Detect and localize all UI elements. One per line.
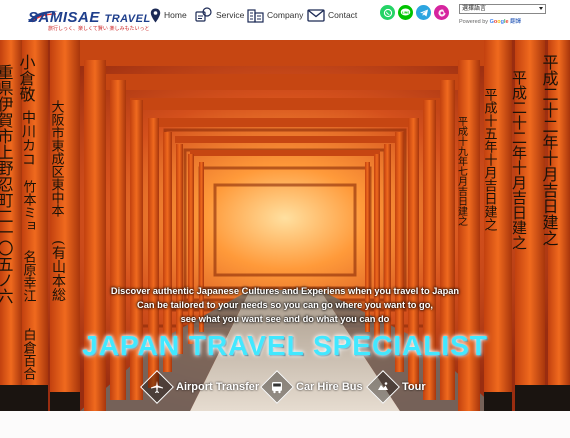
hero-line-1: Discover authentic Japanese Cultures and… xyxy=(110,286,460,296)
nav-home[interactable]: Home xyxy=(150,4,187,26)
nav-company[interactable]: Company xyxy=(247,4,303,26)
language-select[interactable]: 選擇語言 xyxy=(459,4,546,14)
brand-suffix: TRAVEL xyxy=(104,13,151,25)
pillar-inscription-right-3: 平成十五年十月吉日建之 xyxy=(482,88,498,232)
pillar-inscription-right-2: 平成二十二年十月吉日建之 xyxy=(510,70,528,251)
pillar-inscription-left-2: 小倉敬 xyxy=(17,54,36,103)
service-car-hire-bus[interactable]: Car Hire Bus xyxy=(260,370,363,404)
language-select-value: 選擇語言 xyxy=(462,5,487,12)
hero-line-3: see what you want see and do what you ca… xyxy=(180,314,390,324)
service-airport-transfer[interactable]: Airport Transfer xyxy=(140,370,260,404)
instagram-icon[interactable] xyxy=(434,5,449,20)
service-tour-label: Tour xyxy=(402,381,426,393)
pillar-inscription-left-3: 中川カコ xyxy=(20,110,36,166)
pillar-inscription-right-1: 平成二十二年十月吉日建之 xyxy=(540,54,559,246)
hero-intro: Discover authentic Japanese Cultures and… xyxy=(0,284,570,326)
line-icon[interactable]: LINE xyxy=(398,5,413,20)
pillar-inscription-left-7: 大阪市東成区東中本 xyxy=(49,100,65,217)
hero-title: JAPAN TRAVEL SPECIALIST xyxy=(0,330,570,362)
brand-logo[interactable]: SAMISAE TRAVEL 旅行しっく、楽しくて賢い 楽しみもたいっと xyxy=(26,6,150,36)
service-airport-transfer-label: Airport Transfer xyxy=(176,381,260,393)
nav-contact-label: Contact xyxy=(328,10,358,20)
telegram-icon[interactable] xyxy=(416,5,431,20)
powered-by-label: Powered by xyxy=(459,19,489,25)
google-logo[interactable]: Google xyxy=(490,19,509,25)
mail-icon xyxy=(307,8,325,22)
whatsapp-icon[interactable] xyxy=(380,5,395,20)
nav-service[interactable]: Service xyxy=(195,4,244,26)
nav-service-label: Service xyxy=(216,10,245,20)
pillar-inscription-left-1: 重県伊賀市上野忍町二一〇五ノ六 xyxy=(0,64,14,304)
map-pin-icon xyxy=(150,8,161,22)
service-icon xyxy=(195,7,212,22)
powered-by-google: Powered by Google 翻譯 xyxy=(459,17,546,25)
hero-banner: 重県伊賀市上野忍町二一〇五ノ六 小倉敬 中川カコ 竹本ミョ 名原幸江 白倉百合 … xyxy=(0,40,570,411)
hero-line-2: Can be tailored to your needs so you can… xyxy=(137,300,433,310)
airplane-icon xyxy=(140,370,174,404)
hero-title-text: JAPAN TRAVEL SPECIALIST xyxy=(82,330,488,361)
nav-home-label: Home xyxy=(164,10,187,20)
page-content-start xyxy=(0,411,570,438)
svg-text:LINE: LINE xyxy=(402,10,410,14)
service-tour[interactable]: Tour xyxy=(366,370,426,404)
service-car-hire-bus-label: Car Hire Bus xyxy=(296,381,363,393)
google-translate-widget: 選擇語言 Powered by Google 翻譯 xyxy=(459,4,546,25)
social-links: LINE xyxy=(380,5,449,20)
pillar-inscription-right-4: 平成十九年七月吉日建之 xyxy=(456,116,468,226)
nav-contact[interactable]: Contact xyxy=(307,4,357,26)
nav-company-label: Company xyxy=(267,10,304,20)
bus-icon xyxy=(260,370,294,404)
company-icon xyxy=(247,9,264,23)
tour-icon xyxy=(366,370,400,404)
site-header: SAMISAE TRAVEL 旅行しっく、楽しくて賢い 楽しみもたいっと Hom… xyxy=(0,0,570,40)
chevron-down-icon xyxy=(539,7,543,10)
brand-tagline: 旅行しっく、楽しくて賢い 楽しみもたいっと xyxy=(48,26,150,32)
translate-link[interactable]: 翻譯 xyxy=(510,19,521,25)
pillar-inscription-left-4: 竹本ミョ xyxy=(21,180,37,232)
brand-name: SAMISAE xyxy=(28,9,100,26)
